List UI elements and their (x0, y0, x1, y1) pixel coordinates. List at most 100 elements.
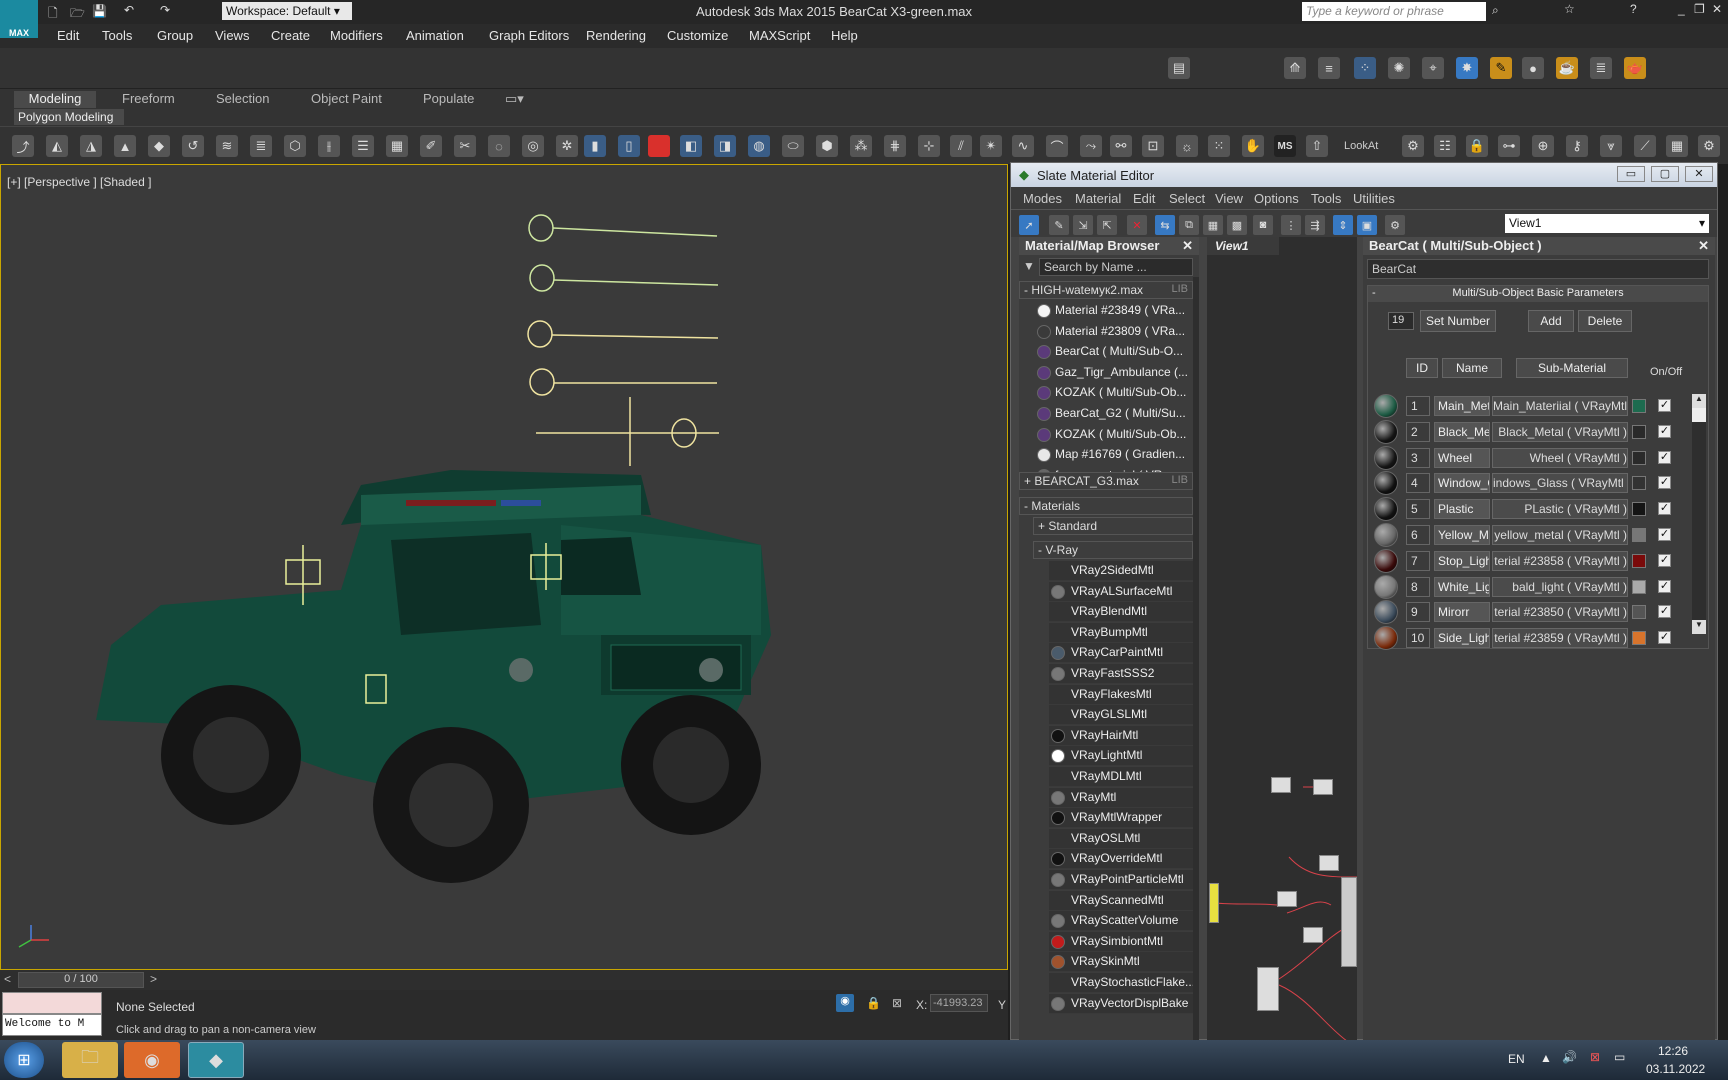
vray-material-item[interactable]: VRayBlendMtl (1049, 602, 1199, 623)
submaterial-button[interactable]: Wheel ( VRayMtl ) (1492, 447, 1628, 468)
selection-lock-icon[interactable]: ◉ (836, 994, 854, 1012)
params-close-icon[interactable]: ✕ (1698, 238, 1709, 254)
library-item[interactable]: BearCat ( Multi/Sub-O... (1035, 342, 1193, 362)
start-button[interactable]: ⊞ (4, 1042, 44, 1078)
submaterial-name[interactable]: Plastic (1434, 499, 1490, 520)
slate-menu-edit[interactable]: Edit (1133, 191, 1155, 206)
vray-material-item[interactable]: VRayVectorDisplBake (1049, 993, 1199, 1014)
plane-red-icon[interactable] (648, 135, 670, 157)
grid-icon[interactable]: ▦ (1666, 135, 1688, 157)
submaterial-button[interactable]: terial #23850 ( VRayMtl ) (1492, 602, 1628, 623)
background-icon[interactable]: ▩ (1227, 215, 1247, 235)
ffd-icon[interactable]: ⌒ (1046, 135, 1068, 157)
submaterial-onoff-checkbox[interactable]: ✓ (1658, 399, 1671, 412)
delete-button[interactable]: Delete (1578, 310, 1632, 332)
library-item[interactable]: KOZAK ( Multi/Sub-Ob... (1035, 383, 1193, 403)
material-node[interactable] (1277, 891, 1297, 907)
submaterial-onoff-checkbox[interactable]: ✓ (1658, 579, 1671, 593)
material-preview-ball[interactable] (1374, 574, 1398, 599)
material-name-field[interactable]: BearCat (1367, 259, 1709, 279)
submaterial-name[interactable]: White_Ligh (1434, 576, 1490, 597)
submaterial-id[interactable]: 1 (1406, 396, 1430, 416)
submaterial-button[interactable]: yellow_metal ( VRayMtl ) (1492, 525, 1628, 545)
app-logo[interactable]: MAX (0, 0, 38, 38)
search-input[interactable]: Type a keyword or phrase (1302, 2, 1486, 21)
slate-menu-view[interactable]: View (1215, 191, 1243, 206)
submaterial-id[interactable]: 3 (1406, 447, 1430, 468)
vray-material-item[interactable]: VRayFlakesMtl (1049, 684, 1199, 705)
submaterial-color[interactable] (1632, 605, 1646, 620)
vray-material-item[interactable]: VRayMtlWrapper (1049, 808, 1199, 829)
submaterial-name[interactable]: Window_G (1434, 473, 1490, 494)
box-icon[interactable]: ◧ (680, 135, 702, 157)
render-frame-icon[interactable]: ● (1522, 57, 1544, 79)
polygon-modeling-label[interactable]: Polygon Modeling (14, 109, 124, 125)
submaterial-name[interactable]: Main_Meta (1434, 396, 1490, 416)
ribbon-options-icon[interactable]: ▭▾ (505, 91, 524, 107)
lock-icon[interactable]: 🔒 (1466, 135, 1488, 157)
network-icon[interactable]: ⊠ (1590, 1050, 1600, 1064)
submaterial-id[interactable]: 8 (1406, 576, 1430, 597)
vray-material-item[interactable]: VRayBumpMtl (1049, 622, 1199, 643)
vray-material-item[interactable]: VRayMDLMtl (1049, 767, 1199, 787)
vray-material-item[interactable]: VRaySimbiontMtl (1049, 931, 1199, 952)
browser-close-icon[interactable]: ✕ (1182, 238, 1193, 254)
slate-title-bar[interactable]: ◆ Slate Material Editor ▭ ▢ ✕ (1011, 163, 1717, 187)
vray-material-item[interactable]: VRayOSLMtl (1049, 828, 1199, 849)
submaterial-header[interactable]: Sub-Material (1516, 358, 1628, 378)
help-icon[interactable]: ? (1630, 2, 1637, 16)
submaterial-button[interactable]: PLastic ( VRayMtl ) (1492, 499, 1628, 520)
vertex-icon[interactable]: ◭ (46, 135, 68, 157)
element-icon[interactable]: ◆ (148, 135, 170, 157)
vray-material-item[interactable]: VRayPointParticleMtl (1049, 870, 1199, 890)
submaterial-color[interactable] (1632, 476, 1646, 491)
time-slider[interactable]: < 0 / 100 > (0, 970, 1008, 990)
hand-icon[interactable]: ✋ (1242, 135, 1264, 157)
x-coordinate-field[interactable]: -41993.23 (930, 994, 988, 1012)
menu-rendering[interactable]: Rendering (586, 28, 646, 43)
node-view[interactable]: View1 (1207, 237, 1357, 1041)
submaterial-onoff-checkbox[interactable]: ✓ (1658, 502, 1671, 516)
submaterial-id[interactable]: 9 (1406, 602, 1430, 623)
spin-icon[interactable]: ✲ (556, 135, 578, 157)
library-item[interactable]: Gaz_Tigr_Ambulance (... (1035, 363, 1193, 383)
tube-icon[interactable]: ▯ (618, 135, 640, 157)
submaterial-id[interactable]: 2 (1406, 421, 1430, 442)
arrow-up-icon[interactable]: ⇧ (1306, 135, 1328, 157)
vray-material-item[interactable]: VRayALSurfaceMtl (1049, 581, 1199, 602)
slate-minimize-icon[interactable]: ▭ (1617, 166, 1645, 182)
symmetry-icon[interactable]: ⫲ (318, 135, 340, 157)
submaterial-color[interactable] (1632, 631, 1646, 646)
submaterial-color[interactable] (1632, 399, 1646, 413)
rollout-header[interactable]: - Multi/Sub-Object Basic Parameters (1368, 286, 1708, 302)
multi-sub-node[interactable] (1209, 883, 1219, 923)
xform-icon[interactable]: ⊹ (918, 135, 940, 157)
menu-graph-editors[interactable]: Graph Editors (489, 28, 569, 43)
vray-material-item[interactable]: VRayHairMtl (1049, 725, 1199, 746)
lookat-label[interactable]: LookAt (1344, 140, 1378, 152)
material-preview-ball[interactable] (1374, 394, 1398, 418)
lights-icon[interactable]: ☼ (1176, 135, 1198, 157)
disc-icon[interactable]: ⬭ (782, 135, 804, 157)
volume-icon[interactable]: 🔊 (1562, 1050, 1577, 1064)
layers-icon[interactable]: ⁘ (1354, 57, 1376, 79)
open-file-icon[interactable]: 🗁 (70, 4, 85, 25)
slate-maximize-icon[interactable]: ▢ (1651, 166, 1679, 182)
tab-modeling[interactable]: Modeling (14, 91, 96, 109)
sliders-icon[interactable]: ☷ (1434, 135, 1456, 157)
select-icon[interactable]: ⤴ (12, 135, 34, 157)
key-icon[interactable]: ⚷ (1566, 135, 1588, 157)
submaterial-onoff-checkbox[interactable]: ✓ (1658, 450, 1671, 464)
library-bearcat-g3[interactable]: + BEARCAT_G3.max LIB (1019, 472, 1193, 490)
settings-icon[interactable]: ⚙ (1698, 135, 1720, 157)
twist-icon[interactable]: ✴ (980, 135, 1002, 157)
standard-group[interactable]: + Standard (1033, 517, 1193, 535)
3dsmax-task-icon[interactable]: ◆ (188, 1042, 244, 1078)
clock-date[interactable]: 03.11.2022 (1646, 1062, 1705, 1076)
menu-modifiers[interactable]: Modifiers (330, 28, 383, 43)
browser-scrollbar[interactable] (1193, 277, 1199, 1041)
slate-menu-utilities[interactable]: Utilities (1353, 191, 1395, 206)
slate-menu-select[interactable]: Select (1169, 191, 1205, 206)
submaterial-onoff-checkbox[interactable]: ✓ (1658, 476, 1671, 490)
view-select-dropdown[interactable]: View1 ▾ (1505, 214, 1709, 233)
